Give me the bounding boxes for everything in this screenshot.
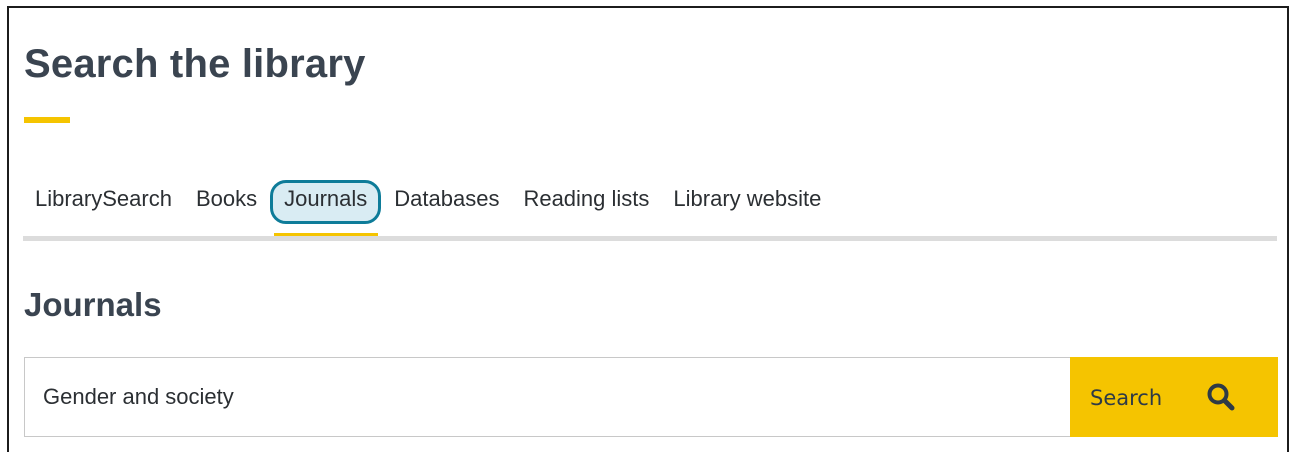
- tab-reading-lists[interactable]: Reading lists: [511, 180, 661, 224]
- tab-databases[interactable]: Databases: [382, 180, 511, 224]
- tab-library-website[interactable]: Library website: [661, 180, 833, 224]
- library-search-panel: Search the library LibrarySearch Books J…: [7, 6, 1289, 452]
- tab-journals[interactable]: Journals: [270, 180, 382, 238]
- tab-divider: [23, 236, 1277, 241]
- tab-books[interactable]: Books: [184, 180, 269, 224]
- tab-librarysearch[interactable]: LibrarySearch: [23, 180, 184, 224]
- title-accent-bar: [24, 117, 70, 123]
- section-heading: Journals: [24, 286, 162, 323]
- search-bar: Search: [24, 357, 1278, 437]
- search-input[interactable]: [24, 357, 1070, 437]
- search-button[interactable]: Search: [1070, 357, 1278, 437]
- page-title: Search the library: [24, 42, 366, 86]
- search-button-label: Search: [1090, 386, 1163, 410]
- search-icon: [1206, 382, 1236, 412]
- search-tabs: LibrarySearch Books Journals Databases R…: [23, 180, 833, 238]
